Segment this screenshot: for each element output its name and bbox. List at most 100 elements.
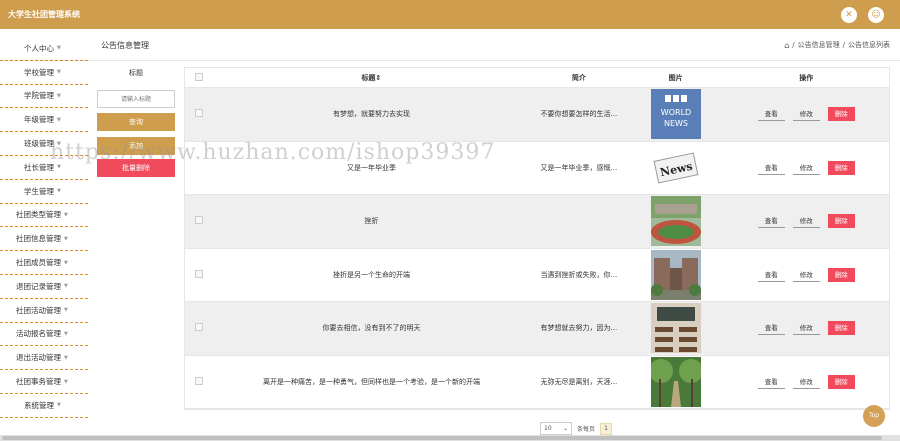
- view-button[interactable]: 查看: [757, 161, 785, 175]
- sidebar-item-quit-record[interactable]: 退团记录管理 ▼: [0, 275, 88, 299]
- sidebar-item-grade[interactable]: 年级管理 ▼: [0, 108, 88, 133]
- sidebar-item-club-type[interactable]: 社团类型管理 ▼: [0, 204, 88, 228]
- row-summary: 无弥无尽是离别，天涯...: [540, 377, 618, 386]
- top-bar: 大学生社团管理系统 ✕ ☺: [0, 0, 900, 29]
- page-size-value: 10: [544, 425, 552, 432]
- query-button[interactable]: 查询: [97, 113, 175, 131]
- select-all-checkbox[interactable]: [194, 72, 203, 81]
- fullscreen-icon[interactable]: ✕: [841, 7, 857, 23]
- app-title: 大学生社团管理系统: [8, 10, 80, 19]
- sidebar-item-system[interactable]: 系统管理 ▼: [0, 394, 88, 418]
- delete-button[interactable]: 删除: [827, 214, 855, 229]
- row-checkbox[interactable]: [194, 216, 203, 225]
- table-row: 挫折是另一个生命的开端 当遇到挫折或失败，你... 查看 修改 删除: [185, 249, 889, 302]
- view-button[interactable]: 查看: [757, 321, 785, 336]
- edit-button[interactable]: 修改: [792, 375, 820, 389]
- row-checkbox[interactable]: [194, 109, 203, 118]
- caret-down-icon: ▼: [64, 259, 68, 266]
- delete-button[interactable]: 删除: [827, 107, 855, 122]
- sidebar-item-label: 活动报名管理: [16, 329, 61, 339]
- sidebar-item-club-member[interactable]: 社团成员管理 ▼: [0, 251, 88, 275]
- sidebar-item-label: 个人中心: [24, 43, 54, 53]
- view-button[interactable]: 查看: [757, 107, 785, 122]
- sidebar-item-label: 退团记录管理: [16, 281, 61, 291]
- row-checkbox[interactable]: [194, 269, 203, 278]
- row-summary: 又是一年毕业季，感慨...: [540, 163, 618, 172]
- svg-text:WORLD: WORLD: [660, 108, 690, 117]
- caret-down-icon: ▼: [64, 354, 68, 361]
- table-row: 离开是一种痛苦，是一种勇气，但同样也是一个考验，是一个新的开端 无弥无尽是离别，…: [185, 356, 889, 409]
- view-button[interactable]: 查看: [757, 214, 785, 229]
- pagination: 10 ⌄ 条每页 1: [540, 422, 613, 435]
- row-summary: 当遇到挫折或失败，你...: [540, 270, 618, 279]
- view-button[interactable]: 查看: [757, 375, 785, 389]
- caret-down-icon: ▼: [57, 45, 61, 52]
- sidebar-item-club-affairs[interactable]: 社团事务管理 ▼: [0, 370, 88, 394]
- sidebar-item-activity-signup[interactable]: 活动报名管理 ▼: [0, 323, 88, 347]
- sidebar-item-school[interactable]: 学校管理 ▼: [0, 61, 88, 85]
- edit-button[interactable]: 修改: [792, 214, 820, 229]
- row-image-classroom[interactable]: [650, 303, 701, 354]
- sidebar-item-label: 学校管理: [24, 67, 54, 77]
- row-image-campus[interactable]: [650, 249, 701, 300]
- user-avatar-icon[interactable]: ☺: [868, 7, 884, 23]
- row-title: 你要去相信，没有到不了的明天: [322, 324, 421, 333]
- edit-button[interactable]: 修改: [792, 321, 820, 336]
- caret-down-icon: ▼: [57, 164, 61, 171]
- caret-down-icon: ▼: [64, 378, 68, 385]
- sidebar-item-label: 社团类型管理: [16, 210, 61, 220]
- home-icon[interactable]: ⌂: [784, 41, 789, 50]
- table-row: 挫折 查看 修改 删除: [185, 195, 889, 249]
- per-page-label: 条每页: [577, 426, 596, 433]
- row-checkbox[interactable]: [194, 323, 203, 332]
- caret-down-icon: ▼: [64, 211, 68, 218]
- edit-button[interactable]: 修改: [792, 161, 820, 175]
- row-title: 挫折是另一个生命的开端: [332, 270, 410, 279]
- delete-button[interactable]: 删除: [827, 160, 855, 175]
- row-checkbox[interactable]: [194, 376, 203, 385]
- row-image-field[interactable]: [650, 196, 701, 247]
- breadcrumb-item[interactable]: 公告信息管理: [798, 40, 840, 50]
- sidebar-item-club-activity[interactable]: 社团活动管理 ▼: [0, 299, 88, 323]
- sidebar-item-student[interactable]: 学生管理 ▼: [0, 180, 88, 204]
- title-search-input[interactable]: [97, 90, 175, 108]
- edit-button[interactable]: 修改: [792, 107, 820, 122]
- sidebar-item-activity-quit[interactable]: 退出活动管理 ▼: [0, 346, 88, 371]
- delete-button[interactable]: 删除: [827, 321, 855, 336]
- back-to-top-button[interactable]: Top: [863, 405, 885, 427]
- breadcrumb-sep: /: [842, 41, 845, 49]
- row-image-news[interactable]: News: [650, 142, 701, 193]
- sidebar-item-label: 系统管理: [24, 400, 54, 410]
- row-image-trees[interactable]: [650, 356, 701, 407]
- sidebar-item-personal[interactable]: 个人中心 ▼: [0, 37, 88, 61]
- caret-down-icon: ▼: [57, 69, 61, 76]
- view-button[interactable]: 查看: [757, 268, 785, 282]
- breadcrumb-sep: /: [792, 41, 795, 49]
- scrollbar-thumb[interactable]: [2, 436, 882, 440]
- table-header: 标题⇕ 简介 图片 操作: [185, 68, 889, 88]
- edit-button[interactable]: 修改: [792, 268, 820, 282]
- sidebar-item-label: 社团成员管理: [16, 258, 61, 268]
- horizontal-scrollbar[interactable]: [0, 435, 900, 441]
- caret-down-icon: ▼: [57, 188, 61, 195]
- sidebar-item-label: 退出活动管理: [16, 353, 61, 363]
- caret-down-icon: ▼: [57, 402, 61, 409]
- sidebar: 个人中心 ▼ 学校管理 ▼ 学院管理 ▼ 年级管理 ▼ 班级管理 ▼ 社长管理 ▼ 学生管理…: [0, 37, 88, 418]
- watermark: https://www.huzhan.com/ishop39397: [50, 140, 496, 165]
- table-row: 有梦想，就要努力去实现 不要你想要怎样的生活... WORLD NEWS 查看 …: [185, 88, 889, 142]
- svg-text:NEWS: NEWS: [664, 119, 688, 128]
- page-number-current[interactable]: 1: [600, 422, 613, 435]
- sidebar-item-college[interactable]: 学院管理 ▼: [0, 85, 88, 109]
- delete-button[interactable]: 删除: [827, 374, 855, 389]
- header-title[interactable]: 标题⇕: [213, 73, 530, 83]
- delete-button[interactable]: 删除: [827, 267, 855, 282]
- notice-table: 标题⇕ 简介 图片 操作 有梦想，就要努力去实现 不要你想要怎样的生活... W…: [184, 67, 890, 410]
- sidebar-item-label: 学生管理: [24, 186, 54, 196]
- sidebar-item-club-info[interactable]: 社团信息管理 ▼: [0, 227, 88, 252]
- row-image-bbc[interactable]: WORLD NEWS: [650, 89, 701, 140]
- page-size-select[interactable]: 10 ⌄: [540, 422, 572, 435]
- row-title: 离开是一种痛苦，是一种勇气，但同样也是一个考验，是一个新的开端: [262, 377, 480, 386]
- caret-down-icon: ▼: [64, 235, 68, 242]
- breadcrumb-item: 公告信息列表: [848, 41, 890, 49]
- caret-down-icon: ▼: [64, 330, 68, 337]
